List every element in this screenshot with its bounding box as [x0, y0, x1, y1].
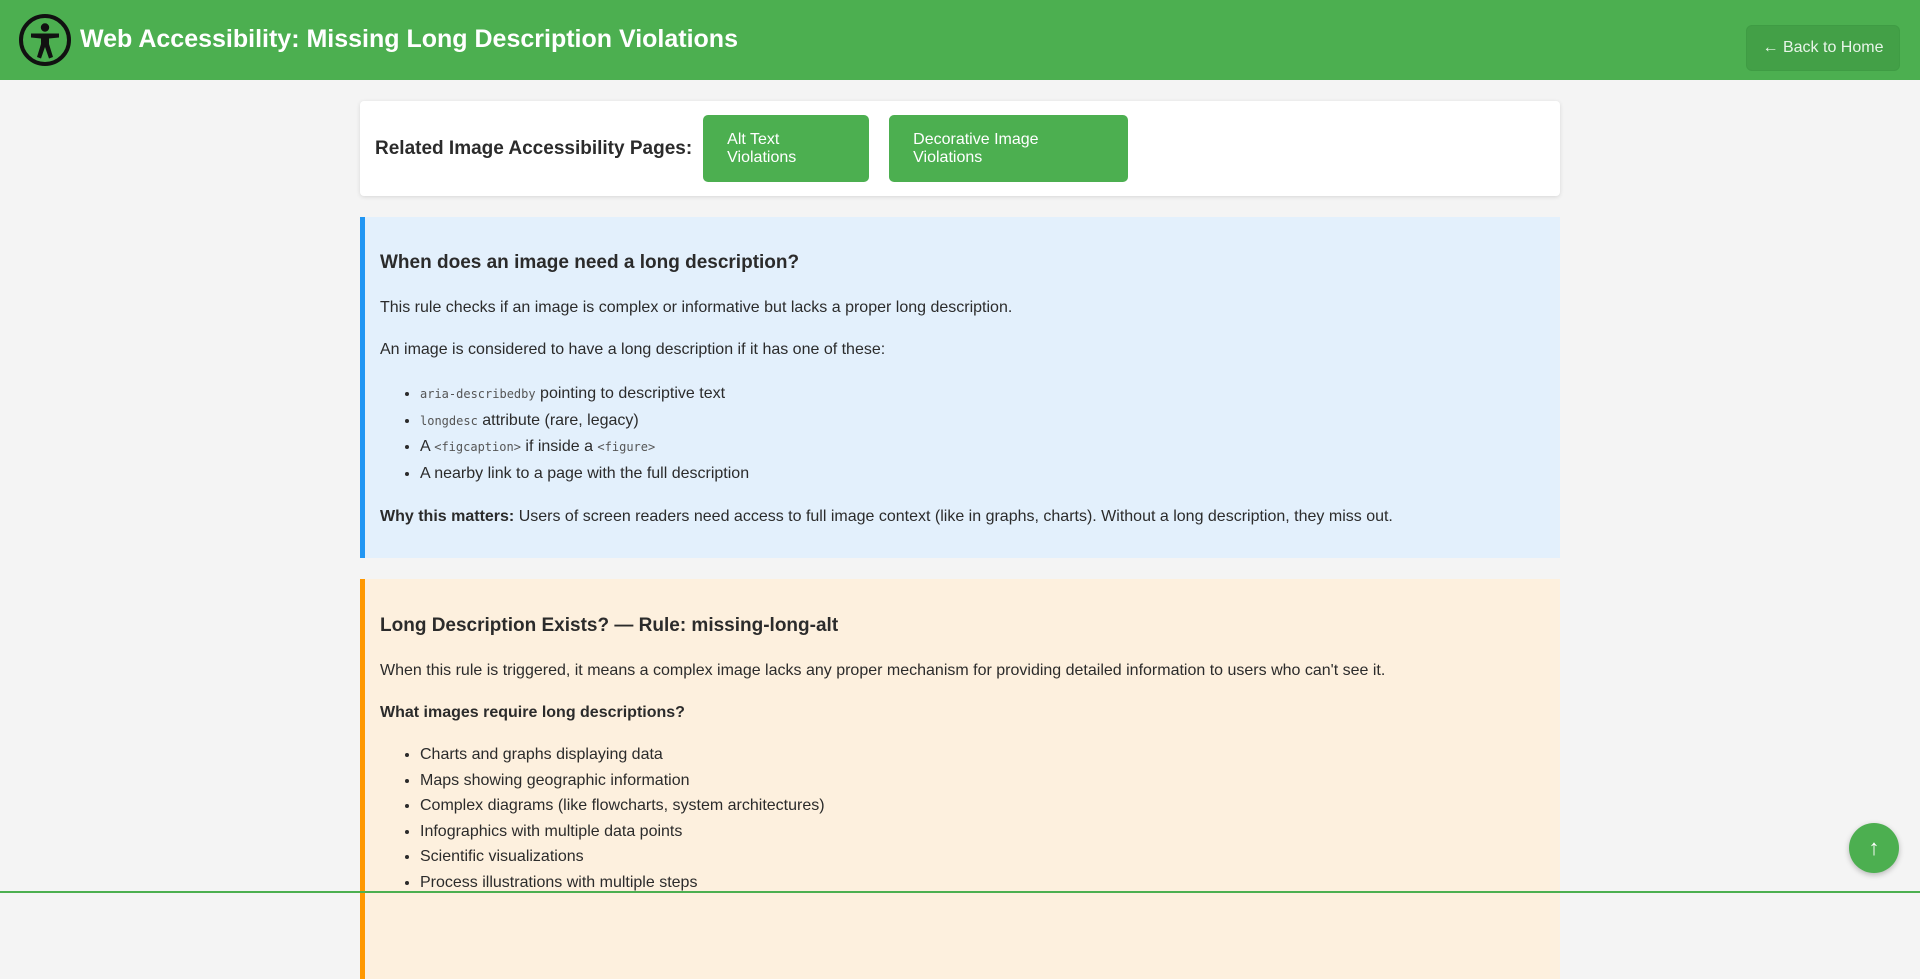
rule-paragraph: When this rule is triggered, it means a …: [380, 662, 1386, 679]
alt-text-violations-link[interactable]: Alt Text Violations: [703, 115, 870, 182]
why-this-matters: Why this matters: Users of screen reader…: [380, 506, 1545, 528]
info-paragraph-1: This rule checks if an image is complex …: [380, 299, 1013, 316]
scroll-to-top-button[interactable]: ↑: [1849, 823, 1899, 873]
back-to-home-button[interactable]: ← Back to Home: [1746, 25, 1900, 71]
arrow-up-icon: ↑: [1868, 835, 1880, 860]
images-requiring-long-descriptions-list: Charts and graphs displaying data Maps s…: [380, 742, 1545, 895]
list-item: longdesc attribute (rare, legacy): [420, 408, 1545, 435]
code-snippet: <figure>: [597, 440, 656, 454]
accessibility-person-icon: [19, 14, 71, 66]
list-item-text: pointing to descriptive text: [535, 385, 726, 402]
list-item: Charts and graphs displaying data: [420, 742, 1545, 768]
info-heading: When does an image need a long descripti…: [380, 252, 800, 273]
decorative-image-violations-link[interactable]: Decorative Image Violations: [889, 115, 1129, 182]
code-snippet: longdesc: [420, 413, 478, 428]
list-item: Maps showing geographic information: [420, 768, 1545, 794]
why-label: Why this matters:: [380, 508, 515, 525]
code-snippet: <figcaption>: [434, 440, 521, 454]
list-item: Infographics with multiple data points: [420, 819, 1545, 845]
list-item: A <figcaption> if inside a <figure>: [420, 434, 1545, 461]
info-paragraph-2: An image is considered to have a long de…: [380, 341, 886, 358]
list-item: Scientific visualizations: [420, 844, 1545, 870]
list-item-text: A nearby link to a page with the full de…: [420, 464, 750, 482]
list-item: aria-describedby pointing to descriptive…: [420, 381, 1545, 408]
main-content: Related Image Accessibility Pages: Alt T…: [360, 101, 1560, 979]
list-item-text: attribute (rare, legacy): [477, 411, 639, 429]
rule-subheading: What images require long descriptions?: [380, 704, 685, 721]
rule-box: Long Description Exists? — Rule: missing…: [360, 579, 1560, 979]
page-title: Web Accessibility: Missing Long Descript…: [80, 25, 738, 53]
related-pages-bar: Related Image Accessibility Pages: Alt T…: [360, 101, 1560, 196]
rule-heading: Long Description Exists? — Rule: missing…: [380, 615, 839, 636]
long-description-methods-list: aria-describedby pointing to descriptive…: [380, 381, 1545, 486]
info-box: When does an image need a long descripti…: [360, 217, 1560, 558]
list-item: Complex diagrams (like flowcharts, syste…: [420, 793, 1545, 819]
list-item-text: if inside a: [520, 438, 598, 455]
list-item: A nearby link to a page with the full de…: [420, 461, 1545, 487]
top-header: Web Accessibility: Missing Long Descript…: [0, 0, 1920, 80]
why-text: Users of screen readers need access to f…: [514, 508, 1393, 525]
related-pages-label: Related Image Accessibility Pages:: [375, 137, 693, 159]
list-item-text: A: [420, 438, 435, 455]
code-snippet: aria-describedby: [420, 387, 536, 401]
